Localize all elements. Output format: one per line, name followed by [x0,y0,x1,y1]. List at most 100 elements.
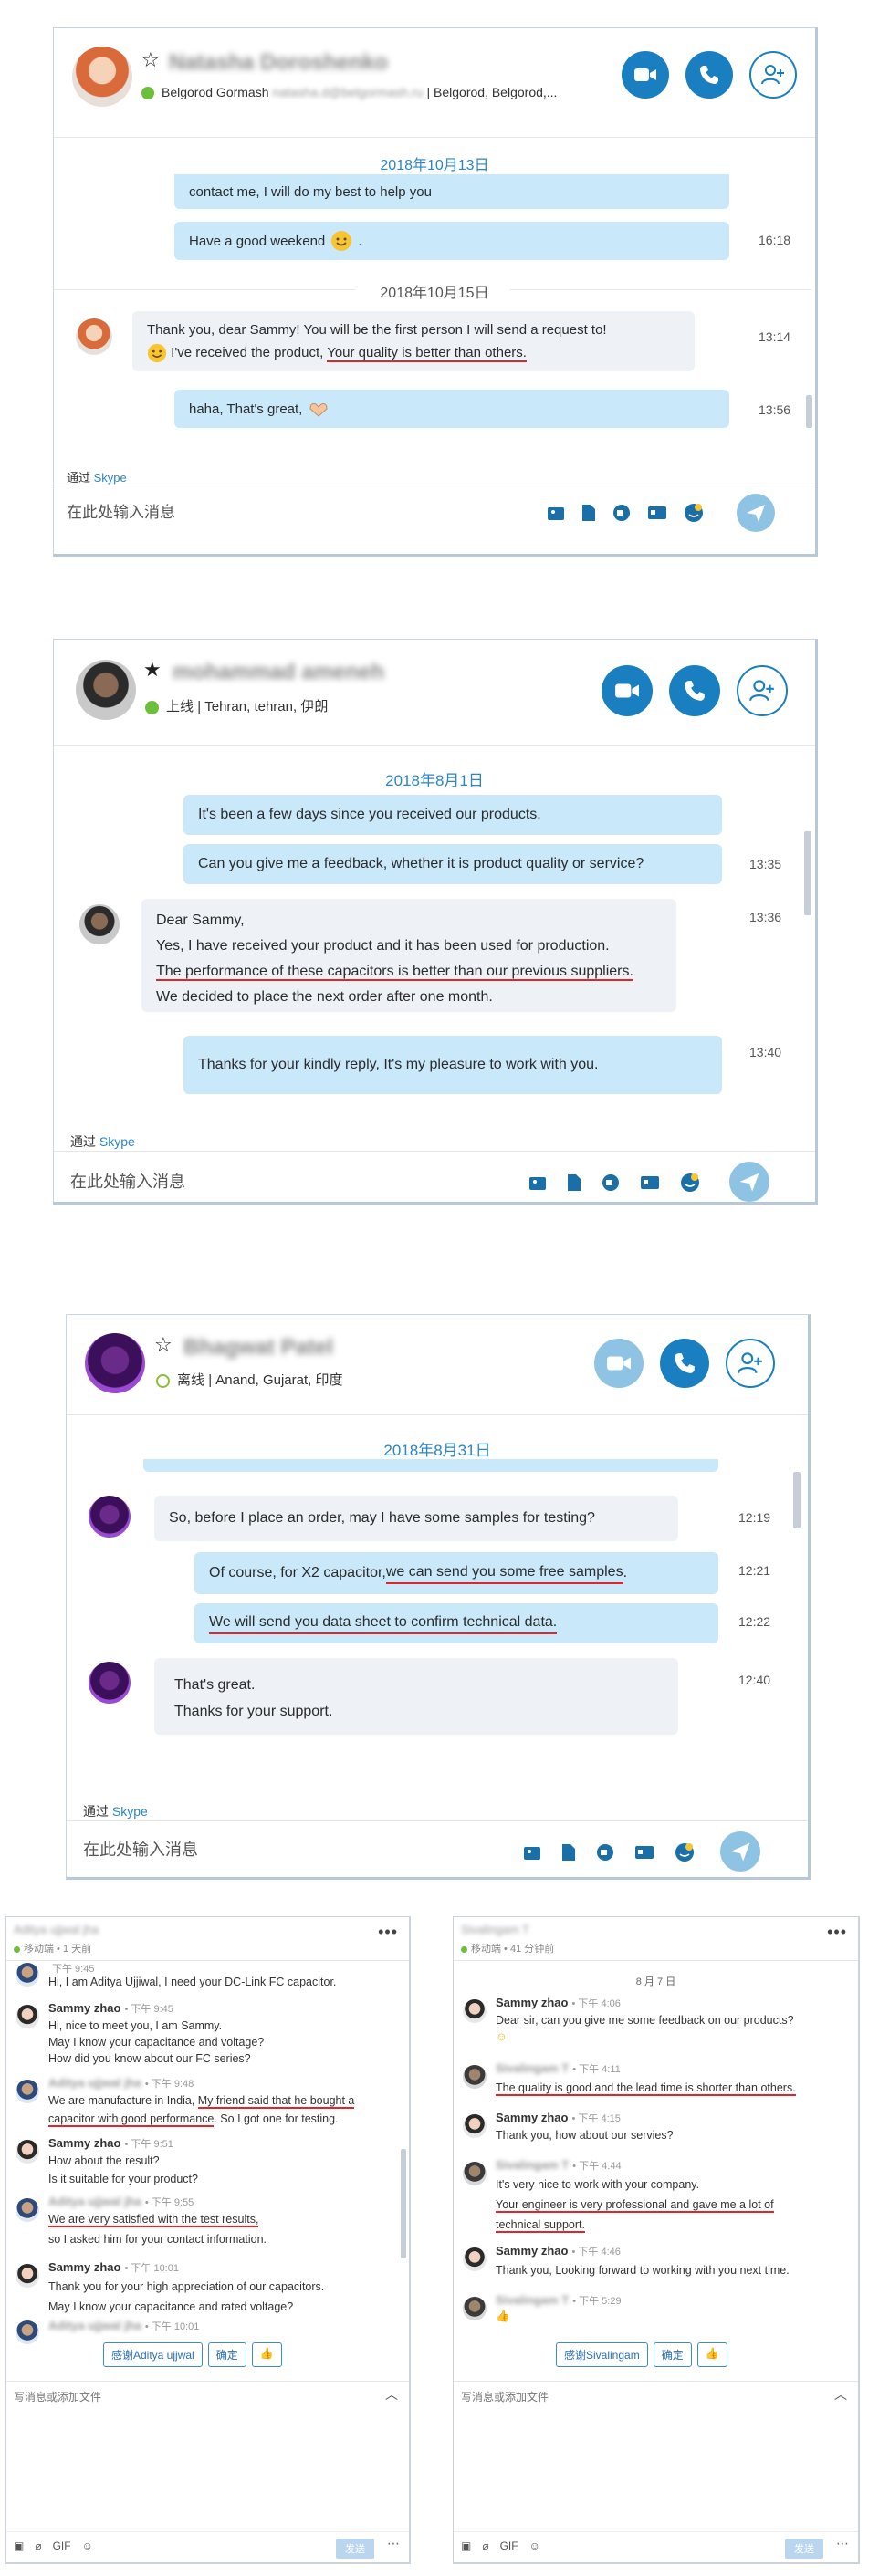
attachment-icon[interactable]: ⌀ [482,2539,488,2552]
composer-toolbar [547,503,704,523]
message-text-line: capacitor with good performance. So I go… [48,2112,339,2127]
message-bubble: Of course, for X2 capacitor, we can send… [194,1552,718,1594]
message-input[interactable]: 在此处输入消息 [83,1837,198,1861]
contact-location: | Belgorod, Belgorod,... [426,85,558,99]
sender-name: Sammy zhao • 下午 9:45 [48,2001,173,2016]
composer: 写消息或添加文件 ︿ [6,2381,409,2534]
send-button[interactable] [737,494,775,532]
via-app: Skype [93,471,127,485]
message-text: Yes, I have received your product and it… [156,938,610,954]
quick-reply-thanks[interactable]: 感谢Aditya ujjwal [103,2342,203,2367]
collapse-chevron-icon[interactable]: ︿ [385,2385,398,2404]
scrollbar-thumb[interactable] [804,831,811,915]
online-status-icon [461,1945,467,1953]
file-icon[interactable] [581,504,596,522]
chat-panel-sivalingam: Sivalingam T 移动端 • 41 分钟前 ••• 8 月 7 日 Sa… [453,1916,860,2564]
message-text: Is it suitable for your product? [48,2173,198,2185]
add-person-icon [761,65,784,85]
contact-avatar[interactable] [76,660,136,720]
quick-reply-ok[interactable]: 确定 [653,2342,692,2367]
collapse-chevron-icon[interactable]: ︿ [834,2385,847,2404]
video-message-icon[interactable] [612,504,631,522]
message-input[interactable]: 写消息或添加文件 [14,2389,101,2404]
video-call-button[interactable] [622,51,669,99]
chat-panel-aditya: Aditya ujjwal jha 移动端 • 1 天前 ••• 下午 9:45… [5,1916,411,2564]
quick-reply-thanks[interactable]: 感谢Sivalingam [556,2342,648,2367]
favorite-star-icon[interactable]: ☆ [141,48,160,72]
video-call-button[interactable] [594,1339,644,1388]
send-button[interactable] [729,1162,769,1202]
emoji-icon[interactable] [680,1173,700,1193]
audio-call-button[interactable] [660,1339,709,1388]
add-people-button[interactable] [749,51,797,99]
message-input[interactable]: 在此处输入消息 [67,499,175,522]
favorite-star-icon[interactable]: ☆ [154,1333,173,1357]
message-time: 13:36 [749,910,782,924]
sender-time: 下午 9:45 [48,1961,94,1976]
audio-call-button[interactable] [685,51,733,99]
message-input[interactable]: 在此处输入消息 [70,1169,185,1193]
emoji-icon[interactable]: ☺ [529,2539,540,2552]
sender-avatar [463,2065,487,2089]
quick-reply-like[interactable]: 👍 [696,2342,727,2367]
video-call-button[interactable] [602,665,653,716]
media-icon[interactable] [528,1174,547,1191]
date-separator: 2018年10月13日 [380,158,489,173]
quick-reply-like[interactable]: 👍 [251,2342,282,2367]
sender-avatar [463,2297,487,2320]
image-icon[interactable]: ▣ [461,2539,471,2552]
favorite-star-icon[interactable]: ★ [143,658,162,682]
scrollbar-thumb[interactable] [793,1472,801,1528]
emoji-icon[interactable]: ☺ [82,2539,93,2552]
message-bubble: It's been a few days since you received … [183,795,722,835]
message-time: • 下午 9:48 [144,2079,194,2090]
contact-location: | Anand, Gujarat, 印度 [208,1372,343,1388]
gif-button[interactable]: GIF [53,2539,71,2552]
message-text: contact me, I will do my best to help yo… [189,183,432,200]
sender-name-text: Aditya ujjwal jha [48,2076,141,2090]
send-icon [730,1842,750,1862]
contact-card-icon[interactable] [647,506,667,520]
gif-button[interactable]: GIF [500,2539,518,2552]
media-icon[interactable] [547,505,565,521]
message-time: • 下午 10:01 [144,2321,200,2332]
emoji-icon[interactable] [684,503,704,523]
phone-icon [675,1353,695,1373]
media-icon[interactable] [523,1844,541,1861]
add-people-button[interactable] [726,1339,775,1388]
add-people-button[interactable] [737,665,788,716]
message-input[interactable]: 写消息或添加文件 [461,2389,549,2404]
scrollbar-thumb[interactable] [401,2149,406,2258]
message-text-line: The quality is good and the lead time is… [496,2081,796,2096]
contact-card-icon[interactable] [640,1175,660,1190]
send-button[interactable]: 发送 [785,2539,823,2559]
message-text: Thanks for your kindly reply, It's my pl… [198,1056,599,1072]
contact-avatar[interactable] [85,1333,145,1393]
file-icon[interactable] [561,1843,576,1862]
quick-reply-ok[interactable]: 确定 [207,2342,246,2367]
sender-avatar [89,1496,131,1538]
send-button[interactable]: 发送 [336,2539,374,2559]
contact-avatar[interactable] [72,47,132,107]
contact-status: Belgorod Gormash natasha.d@belgormash.ru… [141,85,558,100]
toolbar-icons: ▣ ⌀ GIF ☺ [14,2539,93,2552]
image-icon[interactable]: ▣ [14,2539,24,2552]
sender-name-text: Sivalingam T [496,2061,570,2075]
sender-name: Sammy zhao • 下午 10:01 [48,2260,179,2275]
contact-card-icon[interactable] [634,1845,654,1860]
message-time: • 下午 4:11 [572,2064,621,2075]
more-options-icon[interactable]: ••• [827,1923,847,1942]
video-message-icon[interactable] [596,1843,614,1862]
message-time: • 下午 4:15 [571,2113,621,2124]
send-button[interactable] [720,1831,760,1872]
file-icon[interactable] [567,1173,581,1192]
more-options-icon[interactable]: ⋯ [387,2536,400,2551]
more-options-icon[interactable]: ⋯ [836,2536,849,2551]
scrollbar-thumb[interactable] [806,395,812,428]
more-options-icon[interactable]: ••• [378,1923,398,1942]
audio-call-button[interactable] [669,665,720,716]
video-message-icon[interactable] [602,1173,620,1192]
message-text: Thank you for your high appreciation of … [48,2280,325,2293]
attachment-icon[interactable]: ⌀ [35,2539,41,2552]
emoji-icon[interactable] [675,1842,695,1862]
